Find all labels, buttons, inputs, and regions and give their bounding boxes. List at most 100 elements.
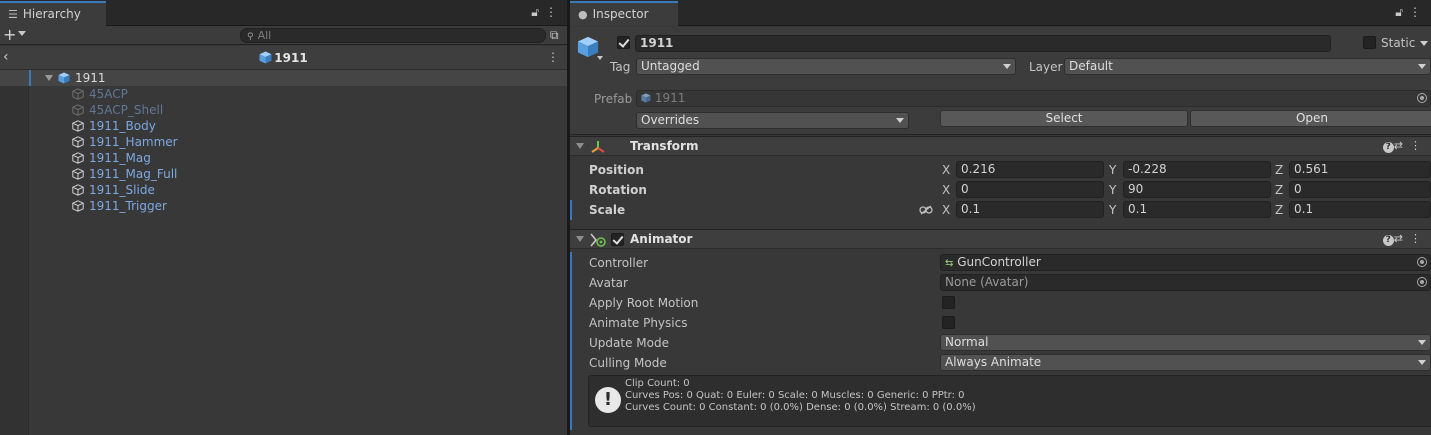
tree-item[interactable]: 1911_Mag	[0, 150, 567, 166]
gameobject-cube-icon	[72, 184, 84, 196]
lock-icon[interactable]: 🔓︎	[531, 5, 545, 19]
scale-x-field[interactable]: 0.1	[956, 201, 1104, 218]
hierarchy-tabbar: ☰ Hierarchy 🔓︎⋮	[0, 0, 567, 26]
tab-hierarchy[interactable]: ☰ Hierarchy	[0, 1, 106, 26]
tree-item[interactable]: 1911_Trigger	[0, 198, 567, 214]
animator-enabled-checkbox[interactable]	[611, 233, 624, 246]
avatar-value: None (Avatar)	[945, 275, 1029, 289]
prefab-cube-icon	[259, 51, 272, 64]
animator-icon	[590, 233, 606, 247]
transform-title: Transform	[630, 139, 699, 153]
tab-inspector-label: Inspector	[592, 7, 649, 21]
search-placeholder: All	[257, 29, 272, 42]
icon-dropdown-arrow-icon[interactable]	[597, 56, 603, 60]
update-mode-dropdown[interactable]: Normal	[940, 334, 1431, 351]
constrain-proportions-icon[interactable]	[919, 205, 933, 215]
scale-label: Scale	[589, 203, 626, 217]
open-button[interactable]: Open	[1190, 110, 1431, 127]
axis-z-label[interactable]: Z	[1275, 183, 1283, 197]
axis-x-label[interactable]: X	[942, 183, 950, 197]
axis-z-label[interactable]: Z	[1275, 203, 1283, 217]
presets-icon[interactable]: ⇄	[1394, 232, 1410, 245]
tree-item[interactable]: 1911_Hammer	[0, 134, 567, 150]
kebab-menu-icon[interactable]: ⋮	[547, 50, 559, 64]
rotation-x-field[interactable]: 0	[956, 181, 1104, 198]
gameobject-cube-icon	[72, 200, 84, 212]
help-icon[interactable]: ?	[1382, 235, 1394, 246]
overrides-dropdown[interactable]: Overrides	[636, 112, 909, 129]
tag-dropdown[interactable]: Untagged	[636, 58, 1016, 75]
tree-item-label: 1911_Hammer	[89, 135, 178, 149]
gameobject-cube-icon	[72, 136, 84, 148]
object-picker-icon[interactable]	[1417, 93, 1427, 103]
culling-mode-label: Culling Mode	[589, 356, 667, 370]
axis-y-label[interactable]: Y	[1109, 203, 1116, 217]
layer-label: Layer	[1029, 60, 1063, 74]
hierarchy-toolbar: + ⚲ All ⧉	[0, 26, 567, 45]
prefab-cube-icon	[641, 93, 651, 103]
rotation-z-field[interactable]: 0	[1289, 181, 1431, 198]
modified-indicator	[570, 200, 572, 220]
tree-item-label: 45ACP	[89, 87, 128, 101]
tab-hierarchy-label: Hierarchy	[22, 7, 81, 21]
static-checkbox[interactable]	[1363, 36, 1376, 49]
avatar-field[interactable]: None (Avatar)	[940, 274, 1431, 291]
prefab-field[interactable]: 1911	[636, 90, 1431, 107]
help-icon[interactable]: ?	[1382, 142, 1394, 153]
gameobject-cube-icon	[72, 120, 84, 132]
layer-dropdown[interactable]: Default	[1064, 58, 1431, 75]
fold-arrow-icon[interactable]	[576, 236, 584, 242]
update-mode-value: Normal	[945, 335, 989, 349]
tree-root-row[interactable]: 1911	[0, 70, 567, 86]
chevron-down-icon	[1418, 340, 1426, 345]
tree-item[interactable]: 1911_Body	[0, 118, 567, 134]
culling-mode-value: Always Animate	[945, 355, 1042, 369]
animate-physics-checkbox[interactable]	[942, 316, 955, 329]
list-icon: ☰	[8, 8, 18, 21]
animator-title: Animator	[630, 232, 693, 246]
tree-item[interactable]: 45ACP_Shell	[0, 102, 567, 118]
axis-y-label[interactable]: Y	[1109, 163, 1116, 177]
animate-physics-label: Animate Physics	[589, 316, 688, 330]
search-options-icon[interactable]: ⧉	[550, 28, 559, 43]
scale-y-field[interactable]: 0.1	[1123, 201, 1271, 218]
transform-header[interactable]: Transform ? ⇄⋮	[570, 136, 1431, 156]
transform-icon	[591, 141, 605, 153]
add-dropdown-arrow-icon[interactable]	[18, 31, 26, 36]
axis-z-label[interactable]: Z	[1275, 163, 1283, 177]
object-picker-icon[interactable]	[1417, 277, 1427, 287]
object-picker-icon[interactable]	[1417, 257, 1427, 267]
active-checkbox[interactable]	[617, 36, 630, 49]
fold-arrow-icon[interactable]	[45, 75, 53, 81]
kebab-menu-icon[interactable]: ⋮	[545, 5, 563, 19]
kebab-menu-icon[interactable]: ⋮	[1409, 5, 1427, 19]
search-input[interactable]: ⚲ All	[240, 28, 546, 43]
kebab-menu-icon[interactable]: ⋮	[1410, 139, 1428, 152]
animator-header[interactable]: Animator ? ⇄⋮	[570, 229, 1431, 249]
apply-root-motion-checkbox[interactable]	[942, 296, 955, 309]
tab-inspector[interactable]: ● Inspector	[570, 1, 678, 26]
axis-y-label[interactable]: Y	[1109, 183, 1116, 197]
fold-arrow-icon[interactable]	[576, 143, 584, 149]
select-button[interactable]: Select	[940, 110, 1188, 127]
kebab-menu-icon[interactable]: ⋮	[1410, 232, 1428, 245]
static-dropdown-arrow-icon[interactable]	[1420, 41, 1428, 46]
rotation-y-field[interactable]: 90	[1123, 181, 1271, 198]
scale-z-field[interactable]: 0.1	[1289, 201, 1431, 218]
lock-icon[interactable]: 🔓︎	[1395, 5, 1409, 19]
axis-x-label[interactable]: X	[942, 203, 950, 217]
tree-item[interactable]: 45ACP	[0, 86, 567, 102]
culling-mode-dropdown[interactable]: Always Animate	[940, 354, 1431, 371]
position-y-field[interactable]: -0.228	[1123, 161, 1271, 178]
tree-item-label: 1911_Slide	[89, 183, 155, 197]
axis-x-label[interactable]: X	[942, 163, 950, 177]
prefab-cube-icon[interactable]	[577, 36, 599, 58]
position-z-field[interactable]: 0.561	[1289, 161, 1431, 178]
position-x-field[interactable]: 0.216	[956, 161, 1104, 178]
object-name-field[interactable]: 1911	[635, 35, 1331, 52]
controller-field[interactable]: ⇆ GunController	[940, 254, 1431, 271]
tree-item[interactable]: 1911_Mag_Full	[0, 166, 567, 182]
presets-icon[interactable]: ⇄	[1394, 139, 1410, 152]
add-button[interactable]: +	[3, 26, 16, 44]
tree-item[interactable]: 1911_Slide	[0, 182, 567, 198]
